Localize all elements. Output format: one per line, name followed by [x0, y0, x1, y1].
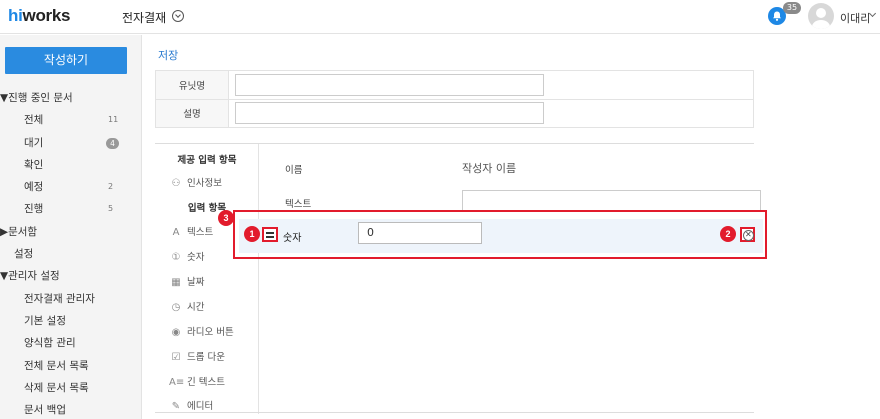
sidebar-item-label: 예정	[24, 181, 44, 194]
form-preview: 이름 작성자 이름 텍스트	[259, 144, 761, 414]
palette-item[interactable]: A≡ 긴 텍스트	[169, 374, 225, 388]
top-header: hiworks 전자결재 35 이대리	[0, 0, 880, 34]
count-badge: 5	[108, 204, 114, 214]
sidebar-item[interactable]: 문서 백업	[0, 399, 142, 419]
table-row: 유닛명	[155, 70, 754, 100]
sidebar-item-label: 진행 중인 문서	[8, 92, 73, 104]
provided-fields-title: 제공 입력 항목	[177, 155, 237, 166]
sidebar-item-label: 전체 문서 목록	[24, 359, 89, 372]
dropdown-icon: ☑	[171, 352, 181, 363]
sidebar-item[interactable]: ▶문서함	[0, 221, 142, 243]
palette-item[interactable]: ◷ 시간	[169, 299, 205, 313]
sidebar-item-label: 전체	[24, 114, 44, 127]
sidebar-menu: ▼진행 중인 문서 전체 11 대기 4 확인 예정 2 진행 5 ▶문서함 설정 ▼관리자 설정 전자결…	[0, 87, 142, 419]
step-marker-3: 3	[218, 210, 234, 226]
palette-item-label: 에디터	[187, 401, 214, 412]
caret-right-icon: ▶	[0, 225, 9, 238]
table-row: 설명	[155, 98, 754, 128]
highlight-box	[233, 210, 767, 259]
palette-item-label: 드롭 다운	[187, 352, 225, 363]
sidebar-item-label: 전자결재 관리자	[24, 292, 95, 305]
number-field-input[interactable]: 0	[358, 222, 482, 244]
palette-item-label: 숫자	[187, 252, 205, 263]
palette-item[interactable]: ☑ 드롭 다운	[169, 349, 225, 363]
compose-button[interactable]: 작성하기	[5, 47, 127, 74]
name-field-value: 작성자 이름	[462, 162, 517, 175]
palette-item-hr-info[interactable]: ⚇ 인사정보	[169, 175, 222, 189]
step-marker-2: 2	[720, 226, 736, 242]
sidebar-item[interactable]: 대기 4	[0, 132, 142, 154]
palette-item-label: 긴 텍스트	[187, 377, 225, 388]
sidebar-item-label: 삭제 문서 목록	[24, 381, 89, 394]
people-icon: ⚇	[171, 178, 181, 189]
count-badge: 2	[108, 182, 114, 192]
palette-item-label: 텍스트	[187, 227, 214, 238]
radio-icon: ◉	[171, 327, 181, 338]
unit-name-label: 유닛명	[155, 70, 229, 100]
caret-down-icon: ▼	[0, 270, 9, 283]
sidebar-item[interactable]: 설정	[0, 243, 142, 265]
sidebar-item[interactable]: ▼진행 중인 문서	[0, 87, 142, 109]
text-icon: A	[172, 227, 180, 238]
divider	[155, 412, 754, 413]
sidebar-item[interactable]: 양식함 관리	[0, 332, 142, 354]
notification-badge: 35	[783, 2, 801, 14]
text-field-input[interactable]	[462, 190, 761, 212]
name-field-label: 이름	[285, 165, 303, 176]
caret-down-icon: ▼	[0, 92, 9, 104]
count-badge: 4	[106, 137, 119, 149]
long-text-icon: A≡	[169, 377, 185, 388]
text-field-label: 텍스트	[285, 199, 312, 210]
editor-icon: ✎	[171, 401, 181, 412]
sidebar-item-label: 관리자 설정	[8, 270, 60, 283]
sidebar-item[interactable]: 전체 문서 목록	[0, 355, 142, 377]
sidebar-item-label: 문서 백업	[24, 404, 66, 417]
app-title: 전자결재	[122, 11, 167, 25]
sidebar-item-label: 대기	[24, 136, 44, 149]
hiworks-logo[interactable]: hiworks	[8, 6, 70, 26]
save-link[interactable]: 저장	[158, 47, 178, 63]
sidebar-item[interactable]: 예정 2	[0, 176, 142, 198]
palette-item-label: 라디오 버튼	[187, 327, 234, 338]
sidebar-item[interactable]: 진행 5	[0, 198, 142, 220]
unit-info-table: 유닛명 설명	[155, 70, 754, 128]
drag-handle-icon[interactable]	[262, 227, 278, 242]
calendar-icon: ▦	[171, 277, 181, 288]
sidebar: 작성하기 ▼진행 중인 문서 전체 11 대기 4 확인 예정 2 진행 5 ▶문서함 설정 ▼관리자 …	[0, 35, 142, 419]
sidebar-item-label: 양식함 관리	[24, 337, 76, 350]
form-builder: 제공 입력 항목 ⚇ 인사정보 입력 항목 A 텍스트 ① 숫자 ▦ 날짜 ◷ 시간 ◉ 라디오 버…	[155, 143, 761, 414]
count-badge: 11	[108, 115, 119, 125]
sidebar-item[interactable]: 전체 11	[0, 109, 142, 131]
sidebar-item-label: 확인	[24, 158, 44, 171]
chevron-down-icon[interactable]	[172, 10, 184, 22]
sidebar-item-label: 설정	[14, 248, 34, 261]
sidebar-item-label: 진행	[24, 203, 44, 216]
description-label: 설명	[155, 98, 229, 128]
avatar[interactable]	[808, 3, 834, 29]
palette-item[interactable]: ▦ 날짜	[169, 274, 204, 288]
palette-item-label: 날짜	[187, 277, 205, 288]
sidebar-item[interactable]: ▼관리자 설정	[0, 265, 142, 287]
palette-item[interactable]: ① 숫자	[169, 249, 205, 263]
palette-item[interactable]: A 텍스트	[169, 224, 214, 238]
palette-item[interactable]: ✎ 에디터	[169, 398, 213, 412]
sidebar-item-label: 기본 설정	[24, 314, 66, 327]
user-name[interactable]: 이대리	[840, 10, 870, 26]
field-palette: 제공 입력 항목 ⚇ 인사정보 입력 항목 A 텍스트 ① 숫자 ▦ 날짜 ◷ 시간 ◉ 라디오 버…	[155, 144, 259, 414]
description-input[interactable]	[235, 102, 544, 125]
number-icon: ①	[171, 252, 181, 263]
sidebar-item[interactable]: 전자결재 관리자	[0, 288, 142, 310]
step-marker-1: 1	[244, 226, 260, 242]
sidebar-item-label: 문서함	[8, 225, 38, 238]
sidebar-item[interactable]: 기본 설정	[0, 310, 142, 332]
sidebar-item[interactable]: 확인	[0, 154, 142, 176]
palette-item[interactable]: ◉ 라디오 버튼	[169, 324, 234, 338]
sidebar-item[interactable]: 삭제 문서 목록	[0, 377, 142, 399]
unit-name-input[interactable]	[235, 73, 544, 96]
close-icon: ✕	[745, 230, 752, 239]
remove-field-button[interactable]: ✕	[740, 227, 755, 242]
clock-icon: ◷	[171, 302, 181, 313]
number-field-label: 숫자	[283, 233, 302, 244]
palette-item-label: 시간	[187, 302, 205, 313]
